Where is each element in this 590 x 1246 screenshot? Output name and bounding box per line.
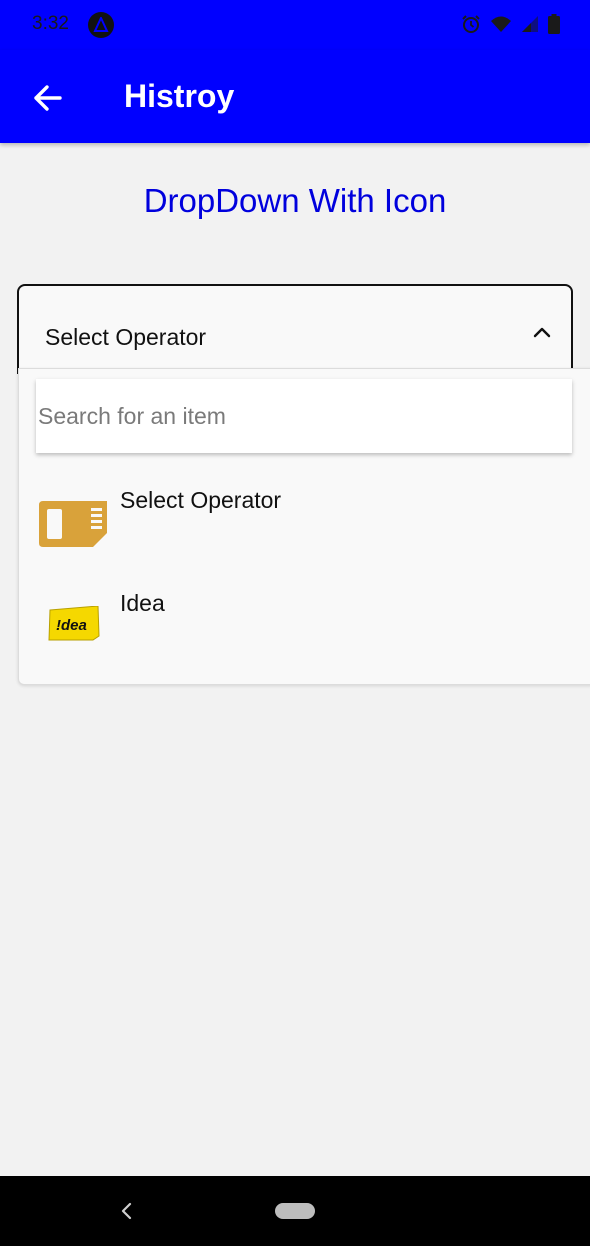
app-notification-icon bbox=[88, 12, 114, 38]
chevron-up-icon bbox=[533, 327, 551, 338]
dropdown-selected-label: Select Operator bbox=[45, 324, 207, 350]
list-item-idea[interactable]: !dea Idea bbox=[19, 590, 590, 690]
status-time: 3:32 bbox=[32, 13, 69, 34]
wifi-icon bbox=[491, 16, 511, 32]
list-item-label: Select Operator bbox=[120, 487, 282, 513]
search-input[interactable] bbox=[36, 379, 572, 453]
section-heading: DropDown With Icon bbox=[143, 182, 447, 219]
home-pill-icon[interactable] bbox=[275, 1203, 315, 1219]
status-icons bbox=[461, 14, 560, 34]
sim-card-icon bbox=[39, 501, 107, 552]
back-button[interactable] bbox=[30, 80, 66, 116]
list-item-label: Idea bbox=[120, 590, 165, 616]
status-bar: 3:32 bbox=[0, 0, 590, 50]
app-bar: Histroy bbox=[0, 50, 590, 143]
list-item-select-operator[interactable]: Select Operator bbox=[19, 487, 590, 587]
dropdown-panel: Select Operator !dea Idea bbox=[18, 368, 590, 685]
system-nav-bar bbox=[0, 1176, 590, 1246]
alarm-icon bbox=[462, 15, 480, 33]
operator-dropdown[interactable]: Select Operator bbox=[17, 284, 573, 374]
idea-logo-icon: !dea bbox=[47, 605, 101, 647]
page-title: Histroy bbox=[124, 78, 235, 114]
battery-icon bbox=[548, 14, 560, 34]
arrow-left-icon bbox=[34, 85, 62, 111]
nav-back-icon[interactable] bbox=[116, 1198, 138, 1224]
svg-text:!dea: !dea bbox=[56, 617, 87, 634]
signal-icon bbox=[522, 16, 538, 32]
